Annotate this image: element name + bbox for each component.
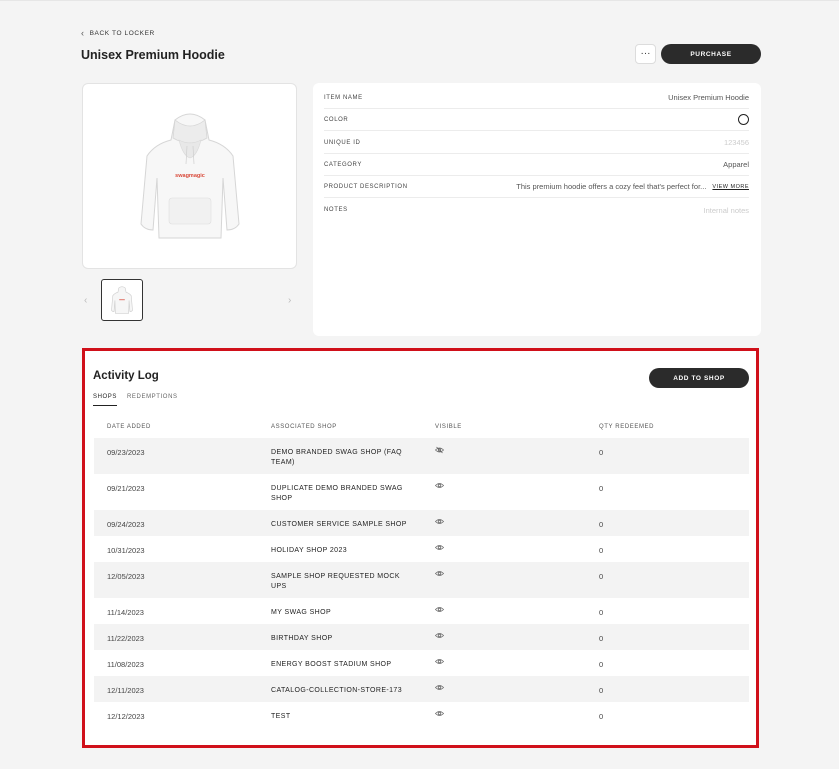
item-name-label: ITEM NAME bbox=[324, 94, 363, 101]
detail-row-unique-id: UNIQUE ID 123456 bbox=[324, 132, 749, 154]
tab-redemptions[interactable]: REDEMPTIONS bbox=[127, 394, 178, 405]
table-row[interactable]: 09/21/2023 DUPLICATE DEMO BRANDED SWAG SH… bbox=[94, 474, 749, 510]
hoodie-print-text: swagmagic bbox=[175, 173, 205, 179]
activity-log-panel: Activity Log ADD TO SHOP SHOPS REDEMPTIO… bbox=[82, 348, 759, 748]
back-label: BACK TO LOCKER bbox=[89, 30, 155, 37]
eye-icon[interactable] bbox=[434, 684, 445, 692]
category-value[interactable]: Apparel bbox=[723, 160, 749, 169]
activity-log-title: Activity Log bbox=[93, 370, 159, 382]
eye-icon[interactable] bbox=[434, 570, 445, 578]
unique-id-field[interactable]: 123456 bbox=[724, 138, 749, 147]
row-associated-shop[interactable]: SAMPLE SHOP REQUESTED MOCK UPS bbox=[271, 572, 416, 592]
table-row[interactable]: 11/22/2023 BIRTHDAY SHOP 0 bbox=[94, 624, 749, 650]
unique-id-label: UNIQUE ID bbox=[324, 139, 361, 146]
detail-row-color: COLOR bbox=[324, 109, 749, 131]
row-associated-shop[interactable]: CUSTOMER SERVICE SAMPLE SHOP bbox=[271, 520, 416, 530]
row-associated-shop[interactable]: DUPLICATE DEMO BRANDED SWAG SHOP bbox=[271, 484, 416, 504]
back-to-locker-link[interactable]: ‹ BACK TO LOCKER bbox=[81, 29, 155, 38]
eye-off-icon[interactable] bbox=[434, 446, 445, 454]
eye-icon[interactable] bbox=[434, 658, 445, 666]
row-date-added: 09/21/2023 bbox=[107, 484, 145, 493]
notes-label: NOTES bbox=[324, 207, 348, 213]
row-qty-redeemed: 0 bbox=[599, 686, 604, 695]
row-qty-redeemed: 0 bbox=[599, 712, 604, 721]
row-qty-redeemed: 0 bbox=[599, 572, 604, 581]
row-date-added: 12/12/2023 bbox=[107, 712, 145, 721]
more-options-button[interactable]: ··· bbox=[635, 44, 656, 64]
row-qty-redeemed: 0 bbox=[599, 484, 604, 493]
product-image-card: swagmagic bbox=[82, 83, 297, 269]
carousel-next-icon[interactable]: › bbox=[288, 295, 291, 306]
row-associated-shop[interactable]: ENERGY BOOST STADIUM SHOP bbox=[271, 660, 416, 670]
row-qty-redeemed: 0 bbox=[599, 634, 604, 643]
column-header-date-added[interactable]: DATE ADDED bbox=[107, 424, 151, 430]
row-date-added: 11/14/2023 bbox=[107, 608, 144, 617]
column-header-visible[interactable]: VISIBLE bbox=[435, 424, 462, 430]
notes-field[interactable]: Internal notes bbox=[704, 206, 749, 215]
row-associated-shop[interactable]: TEST bbox=[271, 712, 416, 722]
row-associated-shop[interactable]: DEMO BRANDED SWAG SHOP (FAQ TEAM) bbox=[271, 448, 416, 468]
table-row[interactable]: 12/05/2023 SAMPLE SHOP REQUESTED MOCK UPS… bbox=[94, 562, 749, 598]
carousel-prev-icon[interactable]: ‹ bbox=[84, 295, 87, 306]
eye-icon[interactable] bbox=[434, 482, 445, 490]
hoodie-thumbnail-image bbox=[111, 286, 133, 314]
thumbnail-1[interactable] bbox=[101, 279, 143, 321]
column-header-qty-redeemed[interactable]: QTY REDEEMED bbox=[599, 424, 654, 430]
table-row[interactable]: 09/24/2023 CUSTOMER SERVICE SAMPLE SHOP 0 bbox=[94, 510, 749, 536]
row-associated-shop[interactable]: BIRTHDAY SHOP bbox=[271, 634, 416, 644]
eye-icon[interactable] bbox=[434, 632, 445, 640]
item-name-value[interactable]: Unisex Premium Hoodie bbox=[668, 93, 749, 102]
thumbnail-carousel: ‹ › bbox=[82, 279, 297, 321]
tab-shops[interactable]: SHOPS bbox=[93, 394, 118, 406]
eye-icon[interactable] bbox=[434, 606, 445, 614]
table-row[interactable]: 11/08/2023 ENERGY BOOST STADIUM SHOP 0 bbox=[94, 650, 749, 676]
table-row[interactable]: 09/23/2023 DEMO BRANDED SWAG SHOP (FAQ TE… bbox=[94, 438, 749, 474]
description-wrap: This premium hoodie offers a cozy feel t… bbox=[516, 182, 749, 191]
row-qty-redeemed: 0 bbox=[599, 520, 604, 529]
description-label: PRODUCT DESCRIPTION bbox=[324, 183, 408, 190]
table-row[interactable]: 12/11/2023 CATALOG-COLLECTION-STORE-173 0 bbox=[94, 676, 749, 702]
detail-row-item-name: ITEM NAME Unisex Premium Hoodie bbox=[324, 87, 749, 109]
hoodie-image: swagmagic bbox=[139, 113, 240, 239]
row-date-added: 09/23/2023 bbox=[107, 448, 145, 457]
row-date-added: 12/05/2023 bbox=[107, 572, 145, 581]
chevron-left-icon: ‹ bbox=[81, 28, 85, 38]
eye-icon[interactable] bbox=[434, 710, 445, 718]
eye-icon[interactable] bbox=[434, 544, 445, 552]
row-qty-redeemed: 0 bbox=[599, 448, 604, 457]
row-date-added: 10/31/2023 bbox=[107, 546, 145, 555]
view-more-link[interactable]: VIEW MORE bbox=[712, 184, 749, 190]
eye-icon[interactable] bbox=[434, 518, 445, 526]
row-date-added: 11/22/2023 bbox=[107, 634, 144, 643]
row-date-added: 09/24/2023 bbox=[107, 520, 145, 529]
row-qty-redeemed: 0 bbox=[599, 660, 604, 669]
row-date-added: 12/11/2023 bbox=[107, 686, 144, 695]
table-row[interactable]: 12/12/2023 TEST 0 bbox=[94, 702, 749, 728]
row-associated-shop[interactable]: HOLIDAY SHOP 2023 bbox=[271, 546, 416, 556]
row-qty-redeemed: 0 bbox=[599, 546, 604, 555]
column-header-associated-shop[interactable]: ASSOCIATED SHOP bbox=[271, 424, 337, 430]
add-to-shop-button[interactable]: ADD TO SHOP bbox=[649, 368, 749, 388]
top-divider bbox=[0, 0, 839, 1]
row-associated-shop[interactable]: MY SWAG SHOP bbox=[271, 608, 416, 618]
detail-row-category: CATEGORY Apparel bbox=[324, 154, 749, 176]
detail-row-description: PRODUCT DESCRIPTION This premium hoodie … bbox=[324, 176, 749, 198]
color-swatch[interactable] bbox=[738, 114, 749, 125]
color-label: COLOR bbox=[324, 116, 349, 123]
detail-row-notes: NOTES Internal notes bbox=[324, 199, 749, 221]
table-row[interactable]: 11/14/2023 MY SWAG SHOP 0 bbox=[94, 598, 749, 624]
row-date-added: 11/08/2023 bbox=[107, 660, 144, 669]
item-details-panel: ITEM NAME Unisex Premium Hoodie COLOR UN… bbox=[313, 83, 761, 336]
row-qty-redeemed: 0 bbox=[599, 608, 604, 617]
description-value: This premium hoodie offers a cozy feel t… bbox=[516, 182, 707, 191]
page-title: Unisex Premium Hoodie bbox=[81, 48, 225, 62]
purchase-button[interactable]: PURCHASE bbox=[661, 44, 761, 64]
activity-table-body: 09/23/2023 DEMO BRANDED SWAG SHOP (FAQ TE… bbox=[94, 438, 749, 728]
table-row[interactable]: 10/31/2023 HOLIDAY SHOP 2023 0 bbox=[94, 536, 749, 562]
row-associated-shop[interactable]: CATALOG-COLLECTION-STORE-173 bbox=[271, 686, 416, 696]
category-label: CATEGORY bbox=[324, 161, 362, 168]
